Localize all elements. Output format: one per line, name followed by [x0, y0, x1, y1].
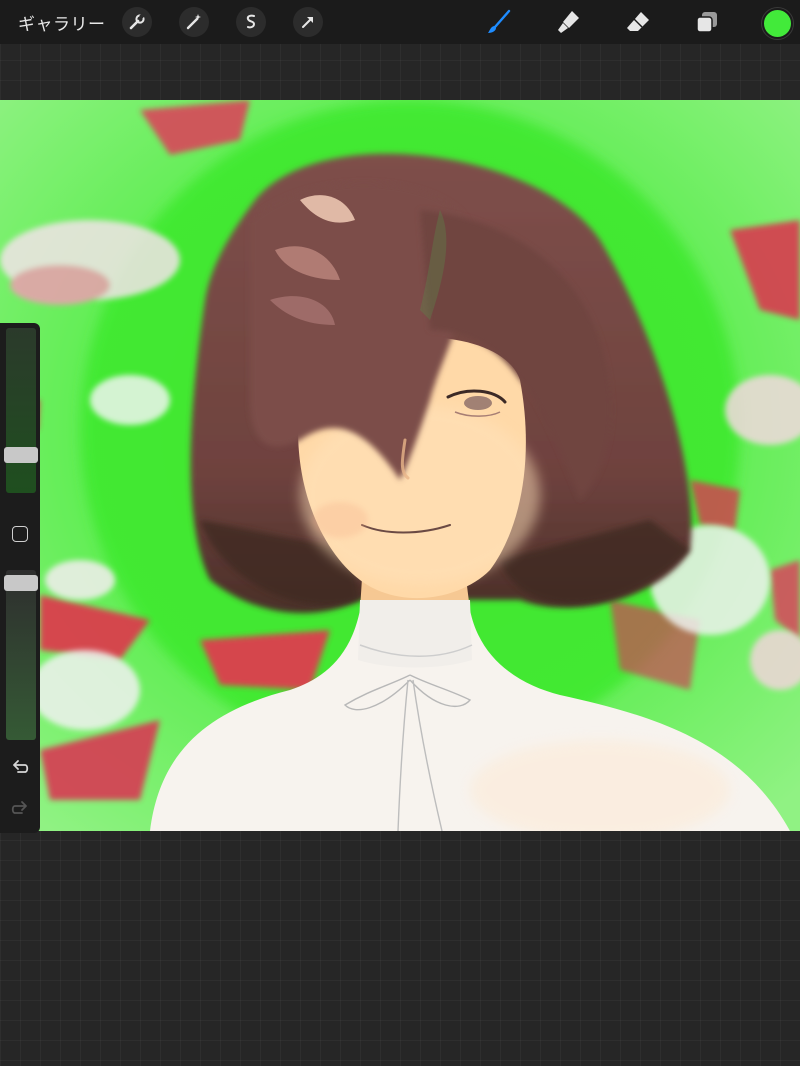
transform-arrow-icon [302, 17, 313, 28]
brush-size-thumb[interactable] [4, 447, 38, 463]
brush-size-slider[interactable] [6, 328, 36, 493]
opacity-slider[interactable] [6, 570, 36, 740]
wrench-icon [129, 13, 145, 30]
drawing-canvas[interactable] [0, 100, 800, 831]
smudge-tool[interactable] [554, 8, 584, 36]
painting-artwork [0, 100, 800, 831]
modifier-button[interactable] [12, 526, 28, 542]
eraser-tool[interactable] [623, 8, 653, 36]
color-picker-button[interactable] [762, 8, 793, 39]
undo-button[interactable] [8, 755, 32, 779]
top-toolbar: ギャラリー [0, 0, 800, 44]
transform-button[interactable] [293, 7, 323, 37]
adjustments-button[interactable] [179, 7, 209, 37]
undo-icon [13, 760, 29, 773]
actions-button[interactable] [122, 7, 152, 37]
paint-tool[interactable] [484, 8, 514, 36]
layers-icon [696, 12, 717, 33]
gallery-button[interactable]: ギャラリー [18, 10, 106, 35]
layers-button[interactable] [692, 8, 722, 36]
redo-icon [11, 801, 27, 814]
selection-button[interactable] [236, 7, 266, 37]
selection-icon [246, 14, 256, 29]
redo-button[interactable] [8, 796, 32, 820]
opacity-thumb[interactable] [4, 575, 38, 591]
side-control-panel [0, 323, 40, 833]
brush-icon [488, 9, 511, 33]
magic-wand-icon [186, 14, 201, 30]
eraser-icon [627, 12, 649, 31]
smudge-icon [558, 11, 579, 33]
